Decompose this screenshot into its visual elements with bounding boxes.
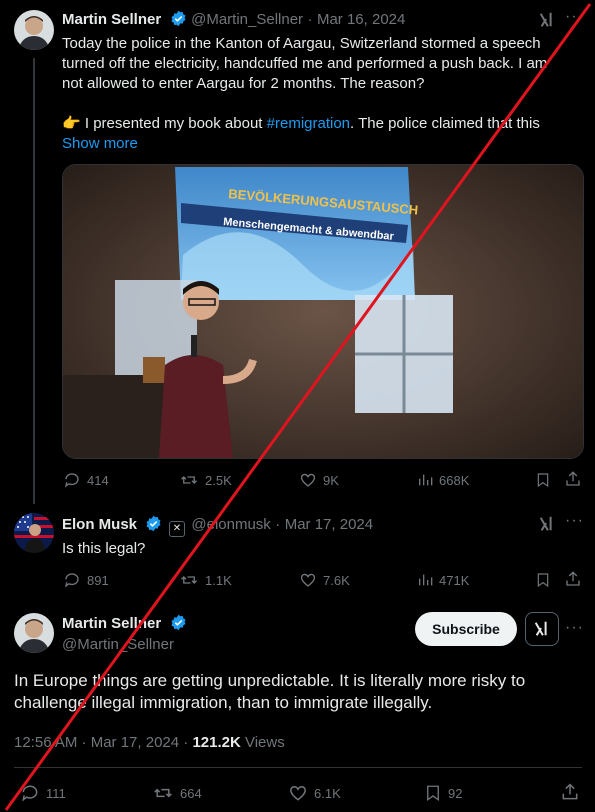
divider [14, 767, 582, 768]
tweet-text-line: turned off the electricity, handcuffed m… [62, 55, 548, 72]
bookmark-icon[interactable] [535, 571, 551, 589]
author-name[interactable]: Martin Sellner [62, 615, 161, 632]
tweet-media-photo[interactable]: BEVÖLKERUNGSAUSTAUSCH Menschengemacht & … [62, 164, 584, 459]
reply-count: 891 [87, 572, 109, 588]
tweet-text-line: not allowed to enter Aargau for 2 months… [62, 75, 425, 92]
thread-line [33, 58, 35, 504]
views-icon [419, 474, 433, 486]
like-button[interactable]: 6.1K [288, 783, 341, 803]
reply-icon [22, 785, 38, 802]
separator: · [275, 516, 281, 533]
author-handle[interactable]: @Martin_Sellner [191, 11, 303, 28]
reply-button[interactable]: 111 [20, 783, 66, 803]
repost-icon [181, 576, 197, 584]
like-button[interactable]: 9K [299, 471, 339, 489]
repost-button[interactable]: 2.5K [179, 471, 232, 489]
tweet-header: Martin Sellner [62, 614, 187, 636]
avatar[interactable] [14, 613, 54, 653]
grok-icon[interactable] [538, 11, 556, 29]
timestamp-text[interactable]: 12:56 AM · Mar 17, 2024 · [14, 734, 192, 751]
views-count: 668K [439, 472, 470, 488]
views-icon [419, 574, 433, 586]
share-icon[interactable] [564, 570, 582, 588]
heart-icon [289, 786, 307, 801]
repost-count: 664 [180, 785, 202, 801]
bookmark-icon [427, 785, 439, 802]
reply-count: 111 [46, 785, 66, 801]
tweet-header: Elon Musk ✕ @elonmusk · Mar 17, 2024 [62, 515, 373, 537]
tweet-text: In Europe things are getting unpredictab… [14, 670, 525, 714]
reply-button[interactable]: 414 [63, 471, 109, 489]
views-total: 121.2K [192, 734, 241, 751]
more-options-icon[interactable]: ··· [565, 8, 584, 26]
subscribe-button[interactable]: Subscribe [415, 612, 517, 646]
tweet-date[interactable]: Mar 17, 2024 [285, 516, 373, 533]
share-icon[interactable] [564, 470, 582, 488]
bookmark-icon[interactable] [535, 471, 551, 489]
affiliate-badge-icon: ✕ [168, 521, 185, 537]
author-name[interactable]: Martin Sellner [62, 11, 161, 28]
author-name[interactable]: Elon Musk [62, 516, 137, 533]
separator: · [307, 11, 313, 28]
grok-icon[interactable] [538, 515, 556, 533]
tweet-date[interactable]: Mar 16, 2024 [317, 11, 405, 28]
reply-button[interactable]: 891 [63, 571, 109, 589]
more-options-icon[interactable]: ··· [565, 619, 584, 637]
like-count: 7.6K [323, 572, 350, 588]
reply-count: 414 [87, 472, 109, 488]
text-fragment: I presented my book about [80, 115, 267, 132]
tweet-timestamp: 12:56 AM · Mar 17, 2024 · 121.2K Views [14, 734, 285, 751]
bookmark-button[interactable]: 92 [424, 783, 462, 803]
hashtag-link[interactable]: #remigration [267, 115, 350, 132]
views-count: 471K [439, 572, 470, 588]
tweet-text-line: 👉 I presented my book about #remigration… [62, 114, 582, 134]
bookmark-count: 92 [448, 785, 463, 801]
views-button[interactable]: 668K [417, 471, 469, 489]
author-handle[interactable]: @Martin_Sellner [62, 636, 174, 653]
reply-icon [64, 573, 79, 588]
text-fragment: . The police claimed that this [350, 115, 540, 132]
avatar[interactable] [14, 513, 54, 553]
repost-icon [181, 476, 197, 484]
tweet-text: Is this legal? [62, 540, 146, 557]
heart-icon [300, 473, 316, 487]
author-handle[interactable]: @elonmusk [191, 516, 270, 533]
repost-button[interactable]: 1.1K [179, 571, 232, 589]
more-options-icon[interactable]: ··· [565, 512, 584, 530]
views-button[interactable]: 471K [417, 571, 469, 589]
verified-icon [145, 515, 162, 537]
pointing-hand-icon: 👉 [62, 115, 81, 132]
share-icon[interactable] [560, 782, 580, 802]
verified-icon [170, 614, 187, 636]
like-count: 6.1K [314, 785, 341, 801]
verified-icon [170, 10, 187, 32]
reply-icon [64, 473, 79, 488]
views-label: Views [240, 734, 285, 751]
tweet-text-line: challenge illegal immigration, than to i… [14, 693, 433, 712]
like-count: 9K [323, 472, 339, 488]
grok-icon [534, 621, 547, 636]
avatar[interactable] [14, 10, 54, 50]
like-button[interactable]: 7.6K [299, 571, 350, 589]
repost-icon [154, 788, 172, 798]
tweet-text-line: Today the police in the Kanton of Aargau… [62, 35, 541, 52]
heart-icon [300, 573, 316, 587]
grok-button[interactable] [525, 612, 559, 646]
repost-count: 1.1K [205, 572, 232, 588]
tweet-text-line: In Europe things are getting unpredictab… [14, 671, 526, 690]
show-more-link[interactable]: Show more [62, 134, 582, 154]
repost-count: 2.5K [205, 472, 232, 488]
tweet-header: Martin Sellner @Martin_Sellner · Mar 16,… [62, 10, 405, 32]
tweet-text: Today the police in the Kanton of Aargau… [62, 34, 582, 154]
repost-button[interactable]: 664 [152, 783, 202, 803]
